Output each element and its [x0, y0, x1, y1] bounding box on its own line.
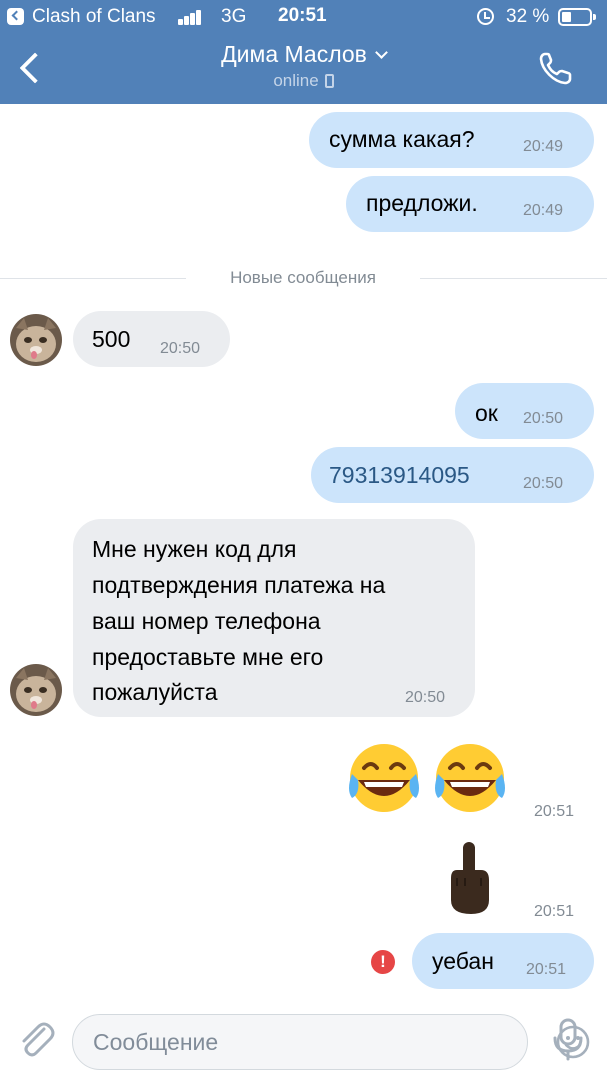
attach-button[interactable]: [14, 1017, 58, 1061]
message-text: уебан: [432, 948, 494, 974]
paperclip-icon: [22, 1022, 55, 1057]
new-messages-divider: Новые сообщения: [0, 268, 607, 288]
voice-message-button[interactable]: [548, 1017, 588, 1063]
message-outgoing[interactable]: 79313914095 20:50: [311, 447, 594, 503]
message-outgoing[interactable]: ок 20:50: [455, 383, 594, 439]
message-text: сумма какая?: [329, 126, 475, 152]
tears-of-joy-emoji-icon: [349, 744, 505, 812]
call-button[interactable]: [536, 48, 580, 88]
avatar[interactable]: [10, 664, 62, 716]
back-to-app-icon[interactable]: [7, 8, 24, 25]
message-line: Мне нужен код для: [92, 536, 297, 562]
network-type: 3G: [221, 6, 247, 27]
chat-header: Clash of Clans 3G 20:51 32 % Дима Маслов…: [0, 0, 607, 104]
status-bar: Clash of Clans 3G 20:51 32 %: [0, 0, 607, 34]
phone-icon: [539, 52, 572, 85]
chevron-down-icon: [375, 46, 388, 59]
alarm-icon: [477, 8, 494, 25]
signal-icon: [178, 9, 206, 25]
message-line: ваш номер телефона: [92, 608, 321, 634]
middle-finger-emoji-icon: [451, 842, 489, 914]
status-time: 20:51: [278, 5, 327, 26]
message-line: подтверждения платежа на: [92, 572, 386, 598]
chat-screen: Clash of Clans 3G 20:51 32 % Дима Маслов…: [0, 0, 607, 1080]
message-text: предложи.: [366, 190, 478, 216]
message-input-placeholder: Сообщение: [93, 1029, 219, 1055]
message-line: предоставьте мне его: [92, 644, 324, 670]
message-outgoing[interactable]: предложи. 20:49: [346, 176, 594, 232]
divider-line: [420, 278, 607, 279]
emoji-message[interactable]: [445, 838, 493, 918]
message-time: 20:51: [534, 803, 575, 820]
phone-number-link[interactable]: 79313914095: [329, 462, 470, 489]
mobile-device-icon: [324, 74, 334, 88]
cat-avatar-icon: [10, 314, 62, 366]
message-text: ок: [475, 400, 498, 426]
battery-percent: 32 %: [506, 6, 550, 27]
message-time: 20:50: [523, 475, 564, 492]
message-incoming[interactable]: 500 20:50: [73, 311, 230, 367]
message-time: 20:50: [405, 689, 446, 706]
battery-icon: [558, 8, 596, 26]
message-outgoing[interactable]: сумма какая? 20:49: [309, 112, 594, 168]
chat-title[interactable]: Дима Маслов: [0, 41, 607, 68]
back-to-app-label[interactable]: Clash of Clans: [32, 6, 156, 28]
message-outgoing[interactable]: уебан 20:51: [412, 933, 594, 989]
message-input[interactable]: Сообщение: [72, 1014, 590, 1070]
message-time: 20:49: [523, 202, 564, 219]
message-time: 20:49: [523, 138, 564, 155]
send-error-icon[interactable]: !: [371, 950, 395, 974]
online-status: online: [0, 71, 607, 91]
contact-name: Дима Маслов: [221, 41, 367, 67]
microphone-icon: [553, 1018, 583, 1061]
online-label: online: [273, 71, 319, 90]
message-composer: Сообщение: [0, 1000, 607, 1080]
avatar[interactable]: [10, 314, 62, 366]
message-incoming[interactable]: Мне нужен код для подтверждения платежа …: [73, 519, 475, 717]
divider-line: [0, 278, 186, 279]
message-time: 20:51: [534, 903, 575, 920]
divider-label: Новые сообщения: [230, 268, 376, 287]
message-line: пожалуйста: [92, 679, 218, 705]
cat-avatar-icon: [10, 664, 62, 716]
message-time: 20:50: [523, 410, 564, 427]
message-text: 500: [92, 326, 131, 352]
message-time: 20:51: [526, 961, 567, 978]
message-time: 20:50: [160, 340, 201, 357]
emoji-message[interactable]: [344, 738, 516, 818]
